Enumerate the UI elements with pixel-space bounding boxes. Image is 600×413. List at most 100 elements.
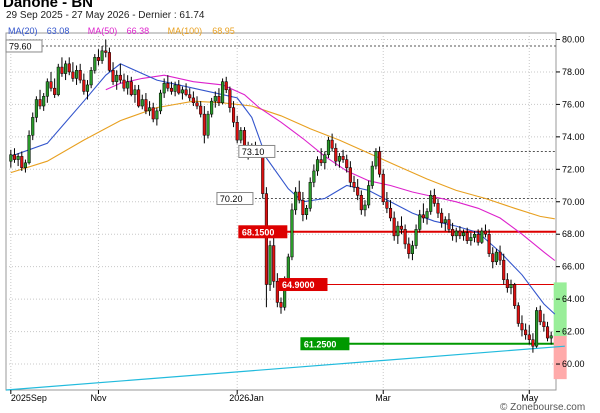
y-tick-label: 70.00 [562,197,585,207]
candle-body [286,256,290,282]
candle-body [23,162,27,168]
candle-body [524,329,528,336]
candle-body [549,335,553,339]
candle-body [487,233,491,254]
candle-body [447,219,451,230]
candle-body [334,147,338,162]
candle-body [542,321,546,327]
candle-body [381,173,385,203]
legend-ma-name: MA(20) [8,26,38,36]
candle-body [122,79,126,89]
trendline-line [5,345,565,391]
legend: MA(20) 63.08 MA(50) 66.38 MA(100) 68.95 [8,26,235,36]
target-zone [553,335,567,380]
candle-body [60,66,64,74]
candle-body [491,253,495,263]
candle-body [458,230,462,237]
candle-body [308,182,312,209]
ma100-line [10,100,555,220]
candle-body [74,70,79,79]
candle-body [235,122,239,141]
legend-ma-value: 68.95 [212,26,235,36]
candle-body [531,339,535,347]
x-tick-label: Mar [375,393,391,403]
candle-body [520,323,524,331]
legend-ma-value: 66.38 [127,26,150,36]
candle-body [38,99,42,107]
candle-body [425,211,429,219]
candle-body [421,214,425,219]
candle-body [326,139,331,155]
legend-ma-value: 63.08 [47,26,70,36]
candle-body [414,229,418,246]
level-label: 68.1500 [242,227,275,237]
candle-body [367,185,371,206]
candle-body [221,81,225,104]
candle-body [436,203,440,214]
y-tick-label: 66.00 [562,262,585,272]
candle-body [239,130,243,141]
candle-body [173,84,177,92]
candle-body [301,199,305,215]
candle-body [268,245,272,285]
candle-body [31,117,35,136]
level-label: 70.20 [220,194,243,204]
candle-body [451,229,455,237]
candle-body [199,105,203,115]
legend-ma-name: MA(100) [168,26,203,36]
candle-body [261,154,265,194]
candle-body [12,154,17,160]
candle-body [378,151,382,175]
candle-body [27,134,31,164]
y-tick-label: 78.00 [562,67,585,77]
candle-body [85,84,90,92]
trendline [5,345,565,391]
candle-body [345,159,349,168]
watermark: © Zonebourse.com [500,402,586,413]
candle-body [45,81,49,97]
candle-body [545,326,550,339]
y-tick-label: 74.00 [562,132,585,142]
candle-body [297,191,301,201]
candle-body [319,159,323,164]
candle-body [294,191,298,211]
candle-body [129,81,133,95]
candle-body [469,237,473,241]
candle-body [67,63,71,73]
candle-body [462,232,466,237]
candle-body [210,100,214,115]
y-tick-label: 62.00 [562,327,585,337]
candles [9,39,553,353]
candle-body [418,214,422,230]
candle-body [476,233,480,243]
candle-body [399,225,404,230]
candle-body [432,195,436,204]
candle-body [111,70,115,82]
candle-body [188,94,192,99]
price-chart: 79.60 73.10 70.20 68.1500 64.9000 61.2500 60.… [5,26,585,403]
candle-body [403,229,407,245]
candle-body [352,182,356,188]
ma20-line [10,63,556,315]
y-tick-label: 68.00 [562,229,585,239]
candle-body [213,96,217,102]
y-tick-label: 60.00 [562,359,585,369]
candle-body [166,83,170,89]
candle-body [330,139,334,149]
candle-body [162,83,166,94]
candle-body [359,195,363,211]
candle-body [385,201,389,209]
axes: 60.00 62.00 64.00 66.00 68.00 70.00 72.00 74.00… [10,34,585,403]
candle-body [184,89,188,95]
candle-body [144,99,148,112]
candle-body [158,92,163,112]
candle-body [513,284,517,306]
candle-body [78,70,82,81]
candle-body [272,245,276,282]
candle-body [388,208,393,219]
candle-body [137,89,141,107]
candle-body [195,102,199,107]
candle-body [505,279,509,289]
candle-body [180,89,184,94]
candle-body [527,334,531,340]
